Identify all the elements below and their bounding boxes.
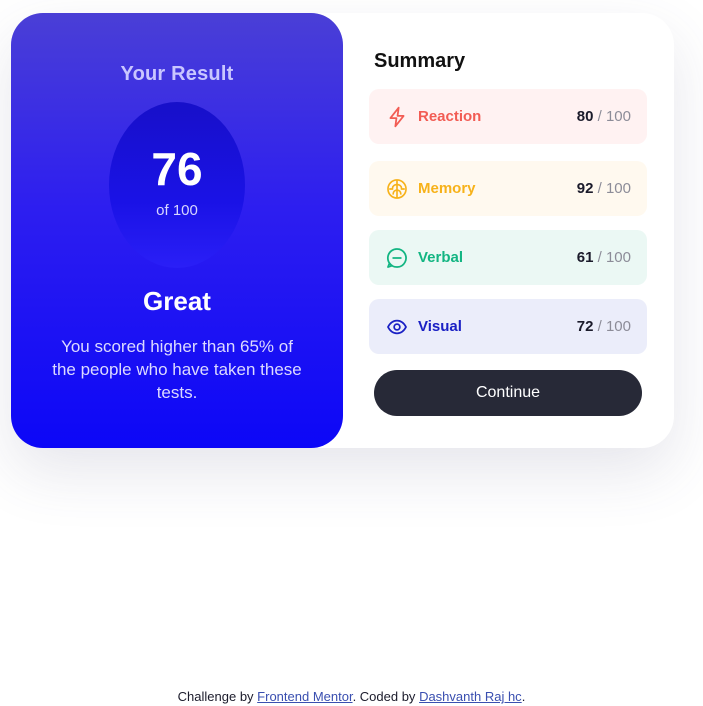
score-of-label: of 100 <box>156 201 198 219</box>
continue-button[interactable]: Continue <box>374 370 642 416</box>
author-link[interactable]: Dashvanth Raj hc <box>419 689 522 704</box>
eye-icon <box>386 316 408 338</box>
grade-label: Great <box>143 286 211 316</box>
footer-prefix: Challenge by <box>177 689 258 704</box>
summary-title: Summary <box>374 50 466 72</box>
chat-bubble-icon <box>386 247 408 269</box>
score-number: 72 <box>576 318 594 335</box>
lightning-icon <box>386 106 408 128</box>
brain-icon <box>386 178 408 200</box>
result-title: Your Result <box>120 63 234 85</box>
results-card: Your Result 76 of 100 Great You scored h… <box>11 13 674 448</box>
summary-item-reaction: Reaction 80 / 100 <box>369 89 647 144</box>
summary-panel: Summary Reaction 80 / 100 Memory 92 / 10… <box>343 13 674 448</box>
summary-item-score: 80 / 100 <box>577 108 631 125</box>
result-panel: Your Result 76 of 100 Great You scored h… <box>11 13 343 448</box>
summary-item-label: Memory <box>418 180 476 197</box>
attribution-footer: Challenge by Frontend Mentor. Coded by D… <box>0 689 703 704</box>
frontend-mentor-link[interactable]: Frontend Mentor <box>257 689 352 704</box>
score-max: / 100 <box>597 108 631 125</box>
result-description: You scored higher than 65% of the people… <box>52 337 302 402</box>
score-circle: 76 of 100 <box>109 102 245 268</box>
summary-item-memory: Memory 92 / 100 <box>369 161 647 216</box>
footer-middle: . Coded by <box>352 689 420 704</box>
score-number: 80 <box>576 108 594 125</box>
summary-item-label: Reaction <box>418 108 482 125</box>
summary-item-visual: Visual 72 / 100 <box>369 299 647 354</box>
footer-suffix: . <box>521 689 526 704</box>
summary-item-label: Verbal <box>418 249 464 266</box>
summary-item-score: 61 / 100 <box>577 249 631 266</box>
score-max: / 100 <box>597 318 631 335</box>
score-number: 92 <box>576 180 594 197</box>
summary-item-score: 72 / 100 <box>577 318 631 335</box>
score-max: / 100 <box>597 180 631 197</box>
summary-item-score: 92 / 100 <box>577 180 631 197</box>
score-number: 61 <box>576 249 594 266</box>
score-value: 76 <box>151 142 203 195</box>
score-max: / 100 <box>597 249 631 266</box>
summary-item-verbal: Verbal 61 / 100 <box>369 230 647 285</box>
summary-item-label: Visual <box>418 318 462 335</box>
